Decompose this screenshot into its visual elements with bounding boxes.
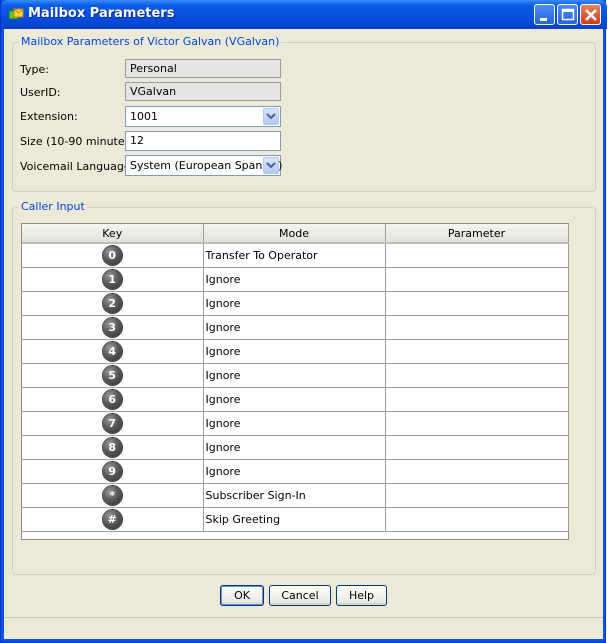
table-row[interactable]: 2 Ignore [22, 291, 569, 316]
mailbox-group-legend: Mailbox Parameters of Victor Galvan (VGa… [19, 35, 282, 48]
parameter-cell[interactable] [385, 483, 569, 508]
mode-cell[interactable]: Ignore [203, 267, 386, 292]
parameter-cell[interactable] [385, 387, 569, 412]
table-row[interactable]: 9 Ignore [22, 459, 569, 484]
table-row[interactable]: 3 Ignore [22, 315, 569, 340]
parameter-cell[interactable] [385, 267, 569, 292]
key-9-icon: 9 [102, 461, 122, 481]
window-title: Mailbox Parameters [28, 6, 175, 21]
key-cell: 7 [22, 411, 204, 436]
parameter-cell[interactable] [385, 459, 569, 484]
mode-cell[interactable]: Transfer To Operator [203, 243, 386, 268]
mode-cell[interactable]: Ignore [203, 339, 386, 364]
extension-select[interactable]: 1001 [125, 106, 281, 127]
key-3-icon: 3 [102, 317, 122, 337]
size-input[interactable]: 12 [125, 131, 281, 151]
status-bar [5, 617, 603, 639]
caller-input-legend: Caller Input [19, 200, 87, 213]
close-button[interactable] [580, 4, 601, 25]
parameter-cell[interactable] [385, 411, 569, 436]
parameter-cell[interactable] [385, 507, 569, 532]
mailbox-parameters-group: Mailbox Parameters of Victor Galvan (VGa… [12, 35, 596, 192]
caller-input-table: Key Mode Parameter 0 Transfer To Operato… [22, 224, 569, 532]
type-field: Personal [125, 59, 281, 78]
key-6-icon: 6 [102, 389, 122, 409]
key-hash-icon: # [102, 509, 122, 529]
key-cell: 6 [22, 387, 204, 412]
chevron-down-icon[interactable] [263, 108, 279, 125]
mode-cell[interactable]: Ignore [203, 315, 386, 340]
key-0-icon: 0 [102, 245, 122, 265]
key-cell: 1 [22, 267, 204, 292]
table-header-row: Key Mode Parameter [22, 224, 569, 244]
table-row[interactable]: 6 Ignore [22, 387, 569, 412]
parameter-cell[interactable] [385, 339, 569, 364]
parameter-cell[interactable] [385, 435, 569, 460]
mode-cell[interactable]: Ignore [203, 387, 386, 412]
column-header-mode[interactable]: Mode [203, 224, 386, 244]
key-cell: 5 [22, 363, 204, 388]
mode-cell[interactable]: Ignore [203, 411, 386, 436]
table-row[interactable]: * Subscriber Sign-In [22, 483, 569, 508]
chevron-down-icon[interactable] [263, 157, 279, 174]
voicemail-language-value: System (European Spanish) [130, 159, 283, 172]
dialog-content: Mailbox Parameters of Victor Galvan (VGa… [5, 29, 603, 639]
parameter-cell[interactable] [385, 315, 569, 340]
key-cell: # [22, 507, 204, 532]
key-cell: 2 [22, 291, 204, 316]
mode-cell[interactable]: Ignore [203, 459, 386, 484]
mailbox-parameters-window: Mailbox Parameters Mailbox Parameters of… [0, 0, 607, 643]
extension-value: 1001 [130, 110, 158, 123]
key-cell: 4 [22, 339, 204, 364]
maximize-icon [561, 8, 575, 21]
key-cell: 0 [22, 243, 204, 268]
key-7-icon: 7 [102, 413, 122, 433]
minimize-button[interactable] [534, 4, 555, 25]
title-bar[interactable]: Mailbox Parameters [1, 0, 607, 29]
key-cell: * [22, 483, 204, 508]
minimize-icon [540, 18, 547, 21]
table-row[interactable]: 1 Ignore [22, 267, 569, 292]
key-2-icon: 2 [102, 293, 122, 313]
parameter-cell[interactable] [385, 243, 569, 268]
table-row[interactable]: # Skip Greeting [22, 507, 569, 532]
parameter-cell[interactable] [385, 363, 569, 388]
key-1-icon: 1 [102, 269, 122, 289]
ok-button[interactable]: OK [220, 585, 264, 606]
table-row[interactable]: 0 Transfer To Operator [22, 243, 569, 268]
close-icon [585, 9, 597, 21]
column-header-parameter[interactable]: Parameter [385, 224, 569, 244]
parameter-cell[interactable] [385, 291, 569, 316]
userid-field: VGalvan [125, 82, 281, 101]
key-cell: 9 [22, 459, 204, 484]
userid-label: UserID: [20, 86, 61, 99]
mode-cell[interactable]: Ignore [203, 291, 386, 316]
maximize-button[interactable] [557, 4, 578, 25]
mode-cell[interactable]: Ignore [203, 435, 386, 460]
type-label: Type: [20, 63, 49, 76]
extension-label: Extension: [20, 110, 78, 123]
column-header-key[interactable]: Key [22, 224, 204, 244]
table-row[interactable]: 5 Ignore [22, 363, 569, 388]
voicemail-language-label: Voicemail Language: [20, 160, 135, 173]
help-button[interactable]: Help [336, 585, 387, 606]
key-8-icon: 8 [102, 437, 122, 457]
caller-input-table-container: Key Mode Parameter 0 Transfer To Operato… [21, 223, 569, 540]
cancel-button[interactable]: Cancel [269, 585, 331, 606]
mode-cell[interactable]: Skip Greeting [203, 507, 386, 532]
table-row[interactable]: 7 Ignore [22, 411, 569, 436]
mode-cell[interactable]: Ignore [203, 363, 386, 388]
key-5-icon: 5 [102, 365, 122, 385]
table-row[interactable]: 4 Ignore [22, 339, 569, 364]
size-label: Size (10-90 minutes): [20, 135, 139, 148]
voicemail-language-select[interactable]: System (European Spanish) [125, 155, 283, 176]
key-star-icon: * [102, 485, 122, 505]
key-cell: 3 [22, 315, 204, 340]
table-row[interactable]: 8 Ignore [22, 435, 569, 460]
mode-cell[interactable]: Subscriber Sign-In [203, 483, 386, 508]
key-4-icon: 4 [102, 341, 122, 361]
key-cell: 8 [22, 435, 204, 460]
mailbox-icon [8, 7, 24, 22]
